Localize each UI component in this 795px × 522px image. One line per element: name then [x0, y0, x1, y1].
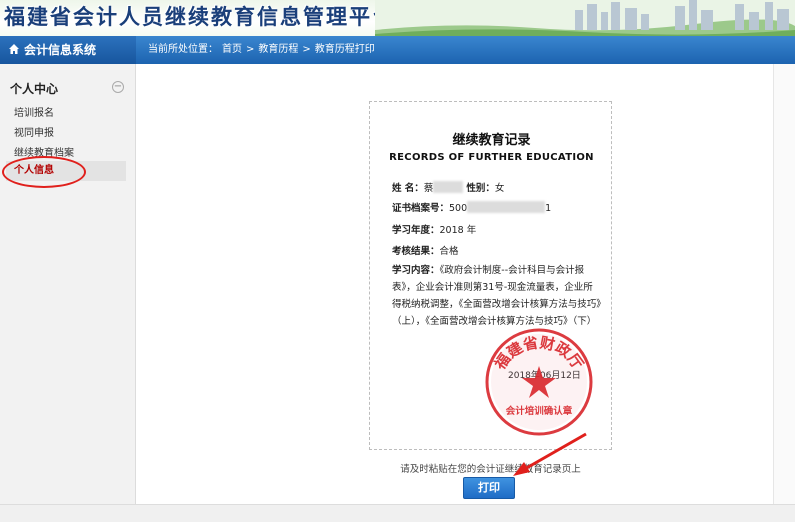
breadcrumb-current: 教育历程打印 — [314, 44, 375, 55]
print-button[interactable]: 打印 — [463, 477, 515, 499]
breadcrumb-home[interactable]: 首页 — [222, 44, 242, 55]
horizontal-scrollbar[interactable] — [0, 504, 795, 522]
city-skyline-graphic — [375, 0, 795, 36]
site-banner: 福建省会计人员继续教育信息管理平台 — [0, 0, 795, 36]
name-row: 姓 名：蔡 性别：女 — [392, 180, 504, 194]
study-content: 学习内容：《政府会计制度--会计科目与会计报表》，企业会计准则第31号-现金流量… — [392, 262, 602, 330]
education-record-card: 继续教育记录 RECORDS OF FURTHER EDUCATION 姓 名：… — [369, 101, 612, 450]
sidebar-item-training-signup[interactable]: 培训报名 — [14, 104, 54, 119]
top-nav-bar: 会计信息系统 当前所处位置： 首页 > 教育历程 > 教育历程打印 — [0, 36, 795, 64]
breadcrumb-history[interactable]: 教育历程 — [258, 44, 298, 55]
breadcrumb-separator: > — [246, 44, 255, 55]
collapse-icon[interactable]: − — [112, 81, 124, 93]
breadcrumb: 当前所处位置： 首页 > 教育历程 > 教育历程打印 — [148, 36, 379, 64]
system-name: 会计信息系统 — [24, 43, 97, 57]
year-value: 2018 年 — [439, 225, 477, 236]
redacted-file-number — [467, 201, 546, 213]
result-value: 合格 — [439, 246, 459, 257]
sidebar-item-equivalent-declaration[interactable]: 视同申报 — [14, 124, 54, 139]
system-menu[interactable]: 会计信息系统 — [0, 36, 136, 64]
result-label: 考核结果： — [392, 246, 440, 257]
file-number-prefix: 500 — [449, 203, 468, 214]
year-label: 学习年度： — [392, 225, 440, 236]
file-number-label: 证书档案号： — [392, 203, 450, 214]
site-title: 福建省会计人员继续教育信息管理平台 — [4, 5, 395, 29]
annotation-circle — [2, 156, 86, 188]
record-subtitle: RECORDS OF FURTHER EDUCATION — [389, 152, 594, 163]
breadcrumb-separator: > — [302, 44, 311, 55]
sidebar-section-title: 个人中心 — [10, 82, 59, 96]
vertical-scrollbar[interactable] — [773, 64, 795, 504]
gender-label: 性别： — [466, 183, 495, 194]
home-icon — [9, 44, 19, 54]
name-label: 姓 名： — [392, 183, 424, 194]
name-value: 蔡 — [423, 183, 434, 194]
sidebar: 个人中心 − 培训报名 视同申报 继续教育档案 个人信息 — [0, 64, 136, 504]
content-label: 学习内容： — [392, 265, 440, 276]
redacted-name — [433, 181, 464, 193]
gender-value: 女 — [494, 183, 505, 194]
year-row: 学习年度：2018 年 — [392, 222, 476, 236]
result-row: 考核结果：合格 — [392, 243, 459, 257]
file-number-suffix: 1 — [545, 203, 552, 214]
seal-bottom-text: 会计培训确认章 — [506, 405, 573, 417]
breadcrumb-prefix: 当前所处位置： — [148, 44, 218, 55]
record-title: 继续教育记录 — [452, 133, 531, 148]
official-seal-stamp: 福建省财政厅 会计培训确认章 — [485, 328, 593, 436]
file-number-row: 证书档案号：500 1 — [392, 200, 551, 214]
paste-instruction: 请及时粘贴在您的会计证继续教育记录页上 — [400, 464, 581, 475]
